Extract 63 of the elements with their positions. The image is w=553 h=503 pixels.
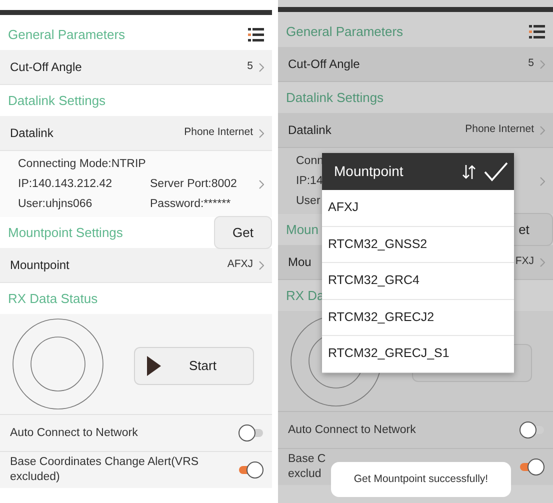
dialog-title: Mountpoint xyxy=(334,162,404,181)
dialog-option[interactable]: RTCM32_GRECJ_S1 xyxy=(322,336,514,372)
toggle-label: Auto Connect to Network xyxy=(288,422,416,438)
connection-row[interactable]: Connecting Mode:NTRIP IP:140.143.212.42 Server Port:8002 User:uhjns066 Password:****** xyxy=(0,151,272,217)
toggle-label: Base C exclud xyxy=(288,452,326,482)
get-button[interactable]: Get xyxy=(214,216,272,249)
check-icon[interactable] xyxy=(484,162,508,182)
row-label: Datalink xyxy=(288,122,332,139)
row-label: Mountpoint xyxy=(10,257,70,274)
menu-icon[interactable] xyxy=(529,24,545,40)
row-value: Phone Internet xyxy=(465,122,534,138)
connection-info: IP:14 xyxy=(296,174,323,189)
toggle-switch[interactable] xyxy=(238,424,264,442)
settings-row[interactable]: Datalink Phone Internet xyxy=(278,113,553,148)
settings-row[interactable]: Cut-Off Angle 5 xyxy=(0,50,272,85)
row-label: Cut-Off Angle xyxy=(288,56,360,73)
row-value: AFXJ xyxy=(227,257,253,272)
connection-info: IP:140.143.212.42 xyxy=(18,177,113,192)
row-label: Cut-Off Angle xyxy=(10,59,82,76)
row-label: Mou xyxy=(288,254,312,271)
dialog-option[interactable]: RTCM32_GRC4 xyxy=(322,263,514,300)
dialog-option[interactable]: RTCM32_GRECJ2 xyxy=(322,300,514,336)
chevron-icon xyxy=(540,126,545,134)
row-value: FXJ xyxy=(515,254,534,270)
toggle-label: Base Coordinates Change Alert(VRS excluded) xyxy=(10,455,199,485)
chevron-icon xyxy=(259,180,264,188)
play-icon xyxy=(147,356,161,376)
row-value: 5 xyxy=(247,59,253,74)
section-title: General Parameters xyxy=(286,22,404,41)
settings-row[interactable]: Datalink Phone Internet xyxy=(0,116,272,151)
toggle-switch[interactable] xyxy=(519,421,545,439)
row-label: Datalink xyxy=(10,125,54,142)
settings-row[interactable]: Mountpoint AFXJ xyxy=(0,248,272,283)
chevron-icon xyxy=(540,60,545,68)
connection-info: User xyxy=(296,194,320,209)
chevron-icon xyxy=(259,260,264,270)
connection-info: Server Port:8002 xyxy=(150,177,237,192)
toggle-switch[interactable] xyxy=(519,458,545,476)
dialog-option[interactable]: RTCM32_GNSS2 xyxy=(322,226,514,263)
section-title: Datalink Settings xyxy=(286,88,384,107)
section-title: Moun xyxy=(286,220,319,239)
row-value: 5 xyxy=(528,56,534,72)
toast-message: Get Mountpoint successfully! xyxy=(331,462,511,497)
start-label: Start xyxy=(189,357,216,376)
chevron-icon xyxy=(540,258,545,266)
start-button[interactable]: Start xyxy=(134,347,254,385)
section-title: General Parameters xyxy=(8,26,126,44)
settings-row[interactable]: Cut-Off Angle 5 xyxy=(278,47,553,82)
row-value: Phone Internet xyxy=(184,125,253,140)
section-title: Datalink Settings xyxy=(8,92,106,110)
dialog-option[interactable]: AFXJ xyxy=(322,190,514,226)
toggle-switch[interactable] xyxy=(238,461,264,479)
chevron-icon xyxy=(259,62,264,72)
chevron-icon xyxy=(540,176,545,186)
connection-info: Connecting Mode:NTRIP xyxy=(18,157,146,172)
chevron-icon xyxy=(259,128,264,138)
section-title: Mountpoint Settings xyxy=(8,224,123,242)
menu-icon[interactable] xyxy=(248,26,264,42)
section-title: RX Data Status xyxy=(8,290,98,308)
toggle-label: Auto Connect to Network xyxy=(10,426,138,440)
sort-icon[interactable] xyxy=(462,164,476,180)
connection-info: User:uhjns066 xyxy=(18,197,94,212)
connection-info: Password:****** xyxy=(150,197,231,212)
